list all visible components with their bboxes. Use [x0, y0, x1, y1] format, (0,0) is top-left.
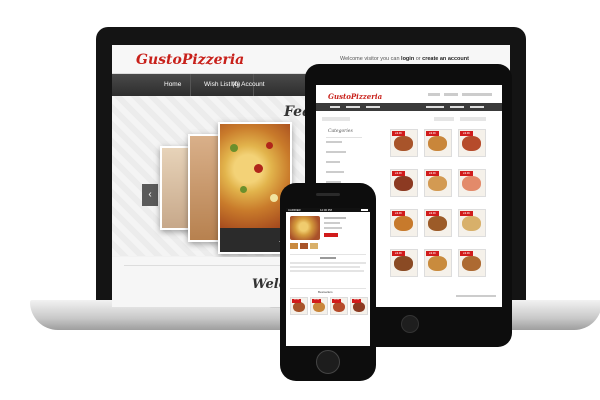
price-tag: £9.99 [392, 211, 405, 216]
product-card[interactable]: £9.99 [458, 129, 486, 157]
product-card[interactable]: £9.99 [424, 169, 452, 197]
tablet-header-link[interactable] [444, 93, 458, 96]
product-card[interactable]: £9.99 [424, 249, 452, 277]
product-card[interactable]: £9.99 [390, 129, 418, 157]
phone-product-card[interactable]: £9.99 [290, 297, 308, 315]
tablet-limit-select[interactable] [460, 117, 486, 121]
product-grid: £9.99 £9.99 £9.99 £9.99 £9.99 £9.99 £9.9… [390, 129, 500, 289]
price-tag: £9.99 [292, 299, 301, 303]
phone-section-title: Bestsellers [318, 290, 333, 294]
phone-text-line [290, 266, 360, 268]
battery-icon [361, 208, 368, 212]
product-card[interactable]: £9.99 [458, 169, 486, 197]
category-item[interactable] [326, 161, 340, 163]
tablet-nav-item[interactable] [346, 105, 360, 108]
product-card[interactable]: £9.99 [390, 249, 418, 277]
phone-product-title [324, 217, 346, 219]
product-card[interactable]: £9.99 [390, 169, 418, 197]
price-tag: £9.99 [460, 211, 473, 216]
categories-title: Categories [328, 129, 353, 134]
price-tag: £9.99 [426, 131, 439, 136]
price-tag: £9.99 [392, 251, 405, 256]
price-tag: £9.99 [392, 171, 405, 176]
product-card[interactable]: £9.99 [458, 249, 486, 277]
phone-product-card[interactable]: £9.99 [310, 297, 328, 315]
phone-text-line [290, 262, 366, 264]
price-tag: £9.99 [426, 251, 439, 256]
phone-home-button[interactable] [316, 350, 340, 374]
phone-section-heading [320, 257, 336, 259]
slider-prev-button[interactable]: ‹ [142, 184, 158, 206]
price-tag: £9.99 [332, 299, 341, 303]
pagination[interactable] [456, 295, 496, 297]
category-item[interactable] [326, 171, 344, 173]
phone-product-card[interactable]: £9.99 [330, 297, 348, 315]
tablet-nav-item[interactable] [470, 105, 484, 108]
tablet-sort-select[interactable] [434, 117, 454, 121]
price-tag: £9.99 [460, 131, 473, 136]
create-account-link[interactable]: create an account [422, 56, 469, 62]
chevron-left-icon: ‹ [148, 189, 152, 200]
category-item[interactable] [326, 151, 346, 153]
product-card[interactable]: £9.99 [390, 209, 418, 237]
tablet-header-link[interactable] [462, 93, 492, 96]
nav-home[interactable]: Home [164, 81, 181, 88]
welcome-text: Welcome visitor you can login or create … [340, 56, 469, 62]
phone-product-card[interactable]: £9.99 [350, 297, 368, 315]
product-card[interactable]: £9.99 [458, 209, 486, 237]
or-text: or [415, 56, 421, 62]
welcome-prefix: Welcome visitor you can [340, 56, 400, 62]
site-logo[interactable]: GustoPizzeria [136, 52, 244, 68]
login-link[interactable]: login [401, 56, 414, 62]
tablet-home-button[interactable] [401, 315, 419, 333]
tablet-logo[interactable]: GustoPizzeria [328, 92, 382, 101]
tablet-header-link[interactable] [428, 93, 440, 96]
price-tag: £9.99 [352, 299, 361, 303]
tablet-nav [316, 103, 502, 111]
status-time: 12:00 PM [320, 208, 332, 213]
price-tag: £9.99 [460, 171, 473, 176]
product-card[interactable]: £9.99 [424, 209, 452, 237]
status-carrier: CARRIER [288, 208, 301, 213]
phone-product-detail [324, 222, 340, 224]
tablet-nav-item[interactable] [450, 105, 464, 108]
tablet-nav-item[interactable] [426, 105, 444, 108]
divider [326, 137, 362, 138]
phone-thumb[interactable] [290, 243, 298, 249]
price-tag: £9.99 [426, 171, 439, 176]
divider [290, 254, 366, 255]
phone-product-image[interactable] [290, 216, 320, 240]
product-card[interactable]: £9.99 [424, 129, 452, 157]
nav-my-account[interactable]: My Account [231, 81, 265, 88]
nav-divider [190, 74, 191, 96]
slide-thumb-2[interactable] [188, 134, 222, 242]
price-tag: £9.99 [426, 211, 439, 216]
phone-text-line [290, 270, 364, 272]
phone-add-to-cart-button[interactable] [324, 233, 338, 237]
phone-status-bar: CARRIER 12:00 PM [286, 208, 370, 212]
tablet-nav-item[interactable] [330, 105, 340, 108]
tablet-search-input[interactable] [322, 117, 350, 121]
phone-thumb[interactable] [300, 243, 308, 249]
price-tag: £9.99 [392, 131, 405, 136]
category-item[interactable] [326, 141, 342, 143]
price-tag: £9.99 [312, 299, 321, 303]
phone-screen: CARRIER 12:00 PM Bestsellers £9.99 £9.99… [286, 208, 370, 346]
phone-speaker [316, 193, 340, 196]
phone-product-detail [324, 227, 342, 229]
price-tag: £9.99 [460, 251, 473, 256]
divider [290, 288, 366, 289]
tablet-nav-item[interactable] [366, 105, 380, 108]
phone-thumb[interactable] [310, 243, 318, 249]
